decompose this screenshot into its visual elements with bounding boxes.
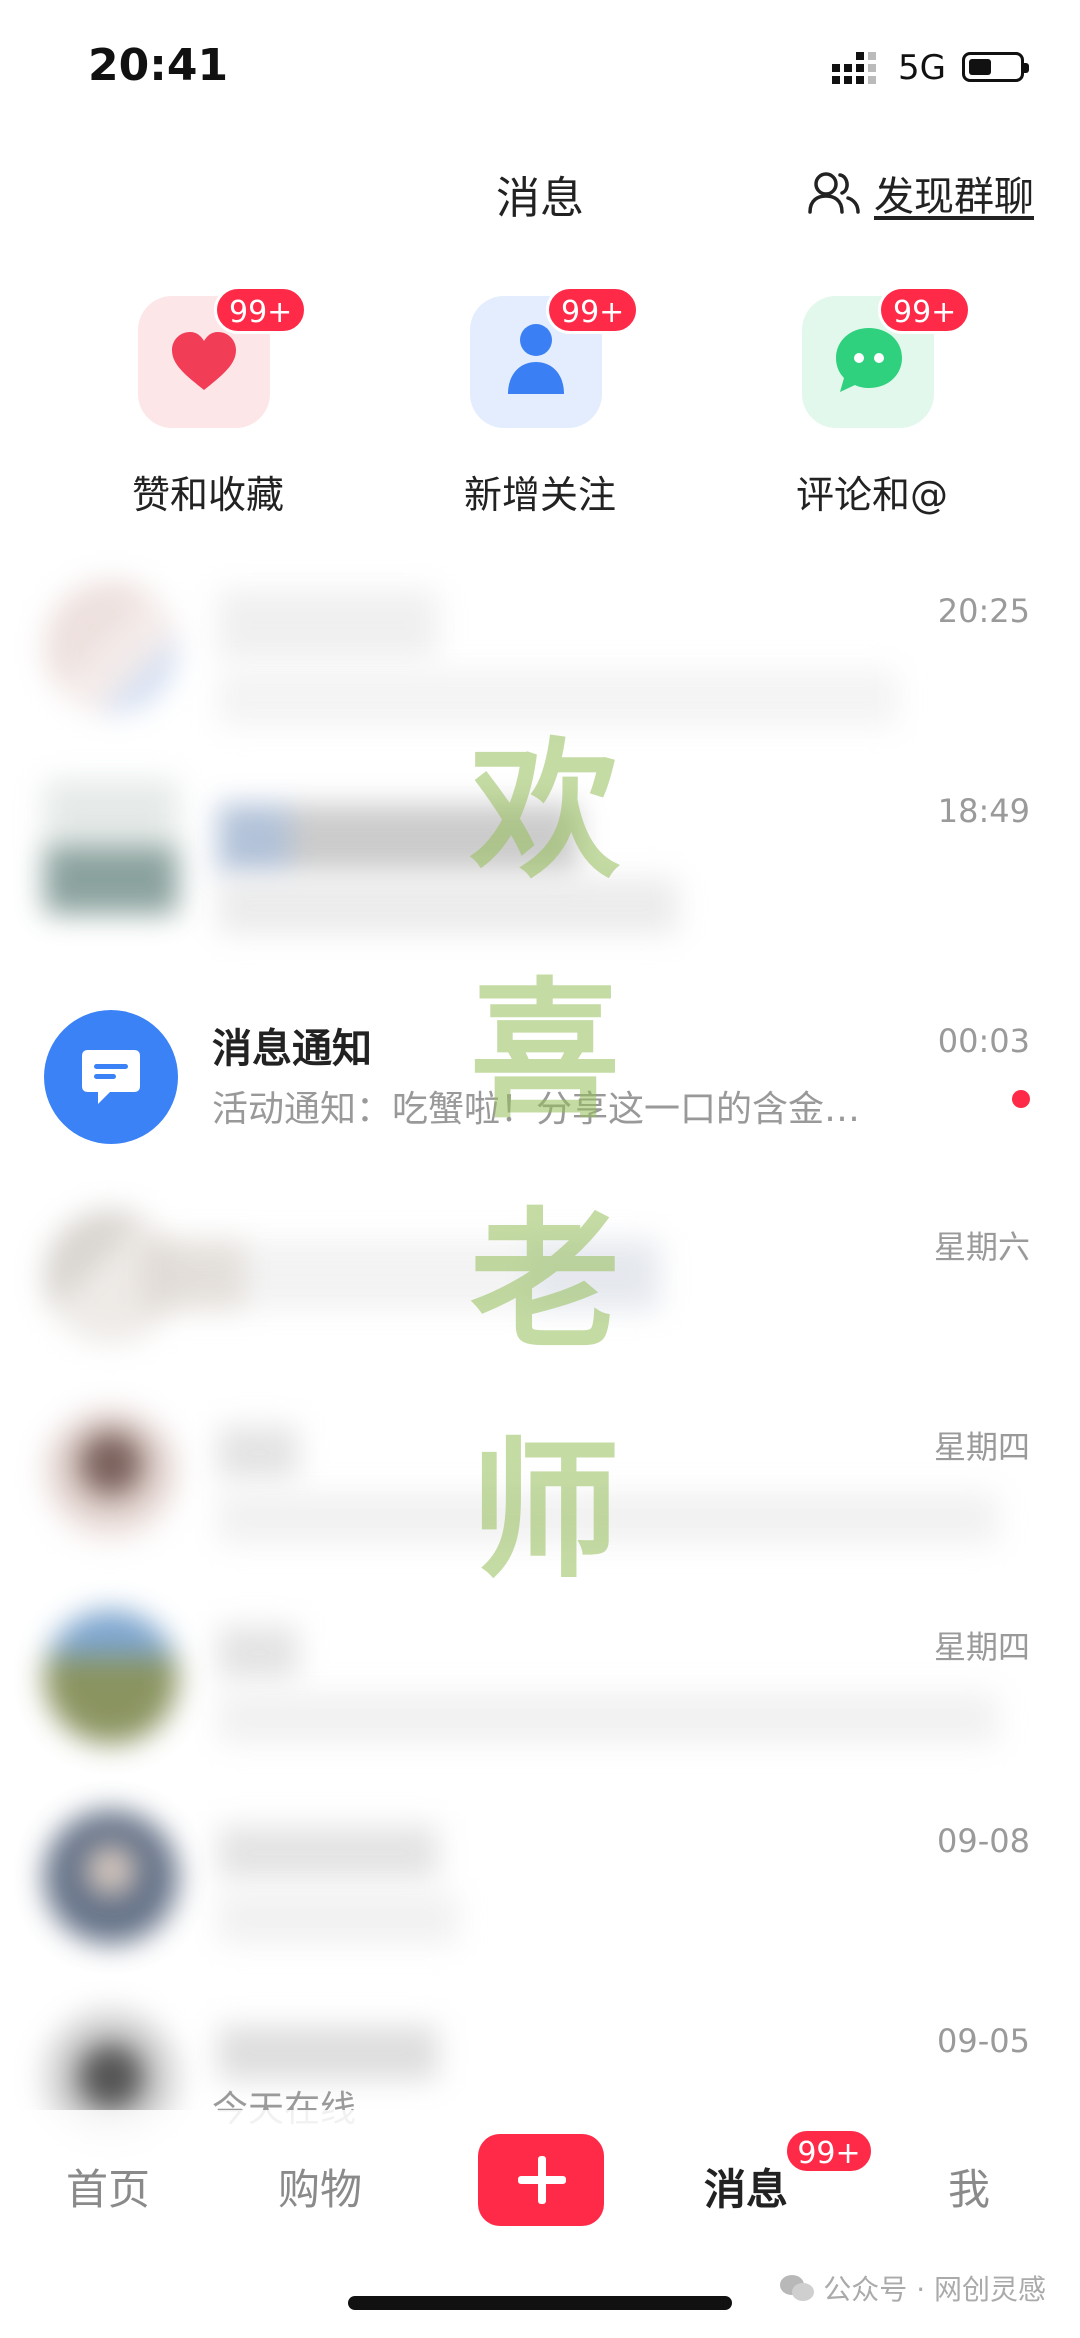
followers-label: 新增关注 [463,473,616,517]
message-time: 18:49 [937,792,1030,830]
avatar [44,1810,178,1944]
blurred-name [218,1626,298,1680]
discover-group-chat-button[interactable]: 发现群聊 [808,164,1034,222]
message-time: 星期四 [933,1428,1030,1466]
message-time: 20:25 [937,592,1030,630]
message-name: 消息通知 [212,1026,372,1072]
message-time: 星期四 [933,1628,1030,1666]
likes-badge: 99+ [214,286,308,334]
message-time: 09-05 [937,2022,1030,2060]
comments-label: 评论和@ [795,473,948,517]
avatar [44,1410,178,1544]
notification-avatar [44,1010,178,1144]
watermark-credit: 公众号 · 网创灵感 [779,2268,1046,2308]
unread-dot [1012,1090,1030,1108]
watermark-char: 欢 [470,723,621,899]
tab-messages[interactable]: 消息 [704,2156,788,2217]
avatar [44,1610,178,1744]
tab-me[interactable]: 我 [948,2156,990,2217]
new-followers-tile[interactable]: 99+ 新增关注 [430,286,650,536]
messages-tab-badge: 99+ [784,2128,874,2174]
message-time: 00:03 [937,1022,1030,1060]
home-indicator[interactable] [348,2296,732,2310]
blurred-name [218,2026,438,2080]
group-people-icon [808,172,860,214]
comments-mentions-tile[interactable]: 99+ 评论和@ [762,286,982,536]
network-type: 5G [898,48,946,88]
avatar [44,580,178,714]
cellular-signal-icon [832,52,876,84]
person-icon [508,324,564,394]
watermark-char: 喜 [470,963,621,1139]
message-time: 09-08 [937,1822,1030,1860]
battery-icon [962,52,1029,82]
message-time: 星期六 [933,1228,1030,1266]
chat-bubble-icon [836,328,902,392]
followers-badge: 99+ [546,286,640,334]
likes-label: 赞和收藏 [131,473,284,517]
create-post-button[interactable] [478,2134,604,2226]
conversation-row[interactable]: 星期四 [0,1580,1080,1780]
tab-home[interactable]: 首页 [66,2156,150,2217]
conversation-row[interactable]: 09-08 [0,1780,1080,1980]
avatar [44,780,178,914]
discover-label: 发现群聊 [874,174,1034,220]
watermark-char: 老 [470,1193,621,1369]
status-time: 20:41 [88,40,229,91]
wechat-icon [780,2275,815,2301]
blurred-name [218,1826,438,1880]
credit-text: 公众号 · 网创灵感 [823,2273,1046,2306]
comments-badge: 99+ [878,286,972,334]
notification-icon [82,1050,140,1104]
blurred-preview [218,1692,998,1744]
blurred-name [218,1426,298,1480]
blurred-preview [218,1892,458,1944]
blurred-name [218,590,438,660]
heart-icon [172,332,236,390]
tab-shop[interactable]: 购物 [278,2156,362,2217]
watermark-char: 师 [470,1423,621,1599]
likes-favorites-tile[interactable]: 99+ 赞和收藏 [98,286,318,536]
